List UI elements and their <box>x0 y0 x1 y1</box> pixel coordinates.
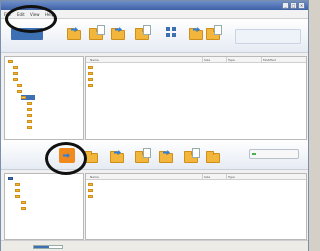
upload-icon[interactable] <box>59 148 75 163</box>
folder-arrow-icon[interactable] <box>110 148 126 163</box>
tree-item[interactable] <box>15 188 21 193</box>
table-row[interactable] <box>88 194 306 199</box>
up-icon[interactable] <box>67 25 83 40</box>
progress-fill <box>34 246 50 248</box>
status-bar <box>1 240 308 251</box>
tree-item[interactable] <box>27 119 33 124</box>
folder-copy-icon[interactable] <box>184 148 200 163</box>
title-bar: _ □ × <box>1 1 308 10</box>
column-type[interactable]: Type <box>228 175 235 179</box>
column-size[interactable]: Size <box>204 175 210 179</box>
connect-button[interactable] <box>249 149 299 159</box>
tree-item[interactable] <box>15 194 21 199</box>
bottom-toolbar <box>1 140 308 170</box>
top-toolbar <box>1 19 308 53</box>
tree-item[interactable] <box>15 182 21 187</box>
minimize-button[interactable]: _ <box>282 2 289 9</box>
table-row[interactable] <box>88 71 306 76</box>
progress-bar <box>33 245 63 249</box>
brand-logo <box>235 29 301 44</box>
menu-help[interactable]: Help <box>45 12 54 17</box>
local-file-list[interactable]: Name Size Type Modified <box>85 56 307 140</box>
tree-item[interactable] <box>21 200 27 205</box>
new-folder-icon[interactable] <box>111 25 127 40</box>
column-name[interactable]: Name <box>90 58 99 62</box>
tree-item[interactable] <box>8 176 14 181</box>
tree-item[interactable] <box>13 77 19 82</box>
tree-item[interactable] <box>17 83 23 88</box>
tree-item[interactable] <box>8 59 14 64</box>
tree-item-selected[interactable] <box>21 95 35 100</box>
list-header: Name Size Type Modified <box>86 57 306 63</box>
column-name[interactable]: Name <box>90 175 99 179</box>
tree-item[interactable] <box>27 125 33 130</box>
table-row[interactable] <box>88 188 306 193</box>
folder-copy-icon[interactable] <box>135 25 151 40</box>
tree-item[interactable] <box>17 89 23 94</box>
menu-edit[interactable]: Edit <box>17 12 25 17</box>
table-row[interactable] <box>88 77 306 82</box>
grid-view-icon[interactable] <box>165 26 181 41</box>
local-folder-tree[interactable] <box>4 56 84 140</box>
tree-item[interactable] <box>13 65 19 70</box>
menu-view[interactable]: View <box>30 12 40 17</box>
tree-item[interactable] <box>27 107 33 112</box>
window-controls: _ □ × <box>282 2 305 9</box>
column-size[interactable]: Size <box>204 58 210 62</box>
folder-icon[interactable] <box>206 148 222 163</box>
tree-item[interactable] <box>21 206 27 211</box>
folder-copy-icon[interactable] <box>135 148 151 163</box>
column-type[interactable]: Type <box>228 58 235 62</box>
local-drive-icon[interactable] <box>11 28 43 40</box>
remote-folder-tree[interactable] <box>4 173 84 240</box>
close-button[interactable]: × <box>298 2 305 9</box>
transfer-icon[interactable] <box>206 25 222 40</box>
folder-icon[interactable] <box>84 148 100 163</box>
transfer-icon[interactable] <box>189 25 205 40</box>
column-modified[interactable]: Modified <box>263 58 276 62</box>
folder-icon[interactable] <box>89 25 105 40</box>
table-row[interactable] <box>88 182 306 187</box>
list-header: Name Size Type <box>86 174 306 180</box>
remote-file-list[interactable]: Name Size Type <box>85 173 307 240</box>
maximize-button[interactable]: □ <box>290 2 297 9</box>
table-row[interactable] <box>88 65 306 70</box>
tree-item[interactable] <box>13 71 19 76</box>
tree-item[interactable] <box>27 101 33 106</box>
menu-bar: File Edit View Help <box>1 10 308 19</box>
tree-item[interactable] <box>27 113 33 118</box>
menu-file[interactable]: File <box>4 12 11 17</box>
table-row[interactable] <box>88 83 306 88</box>
folder-arrow-icon[interactable] <box>159 148 175 163</box>
app-window: _ □ × File Edit View Help Name Size Type… <box>0 0 309 251</box>
